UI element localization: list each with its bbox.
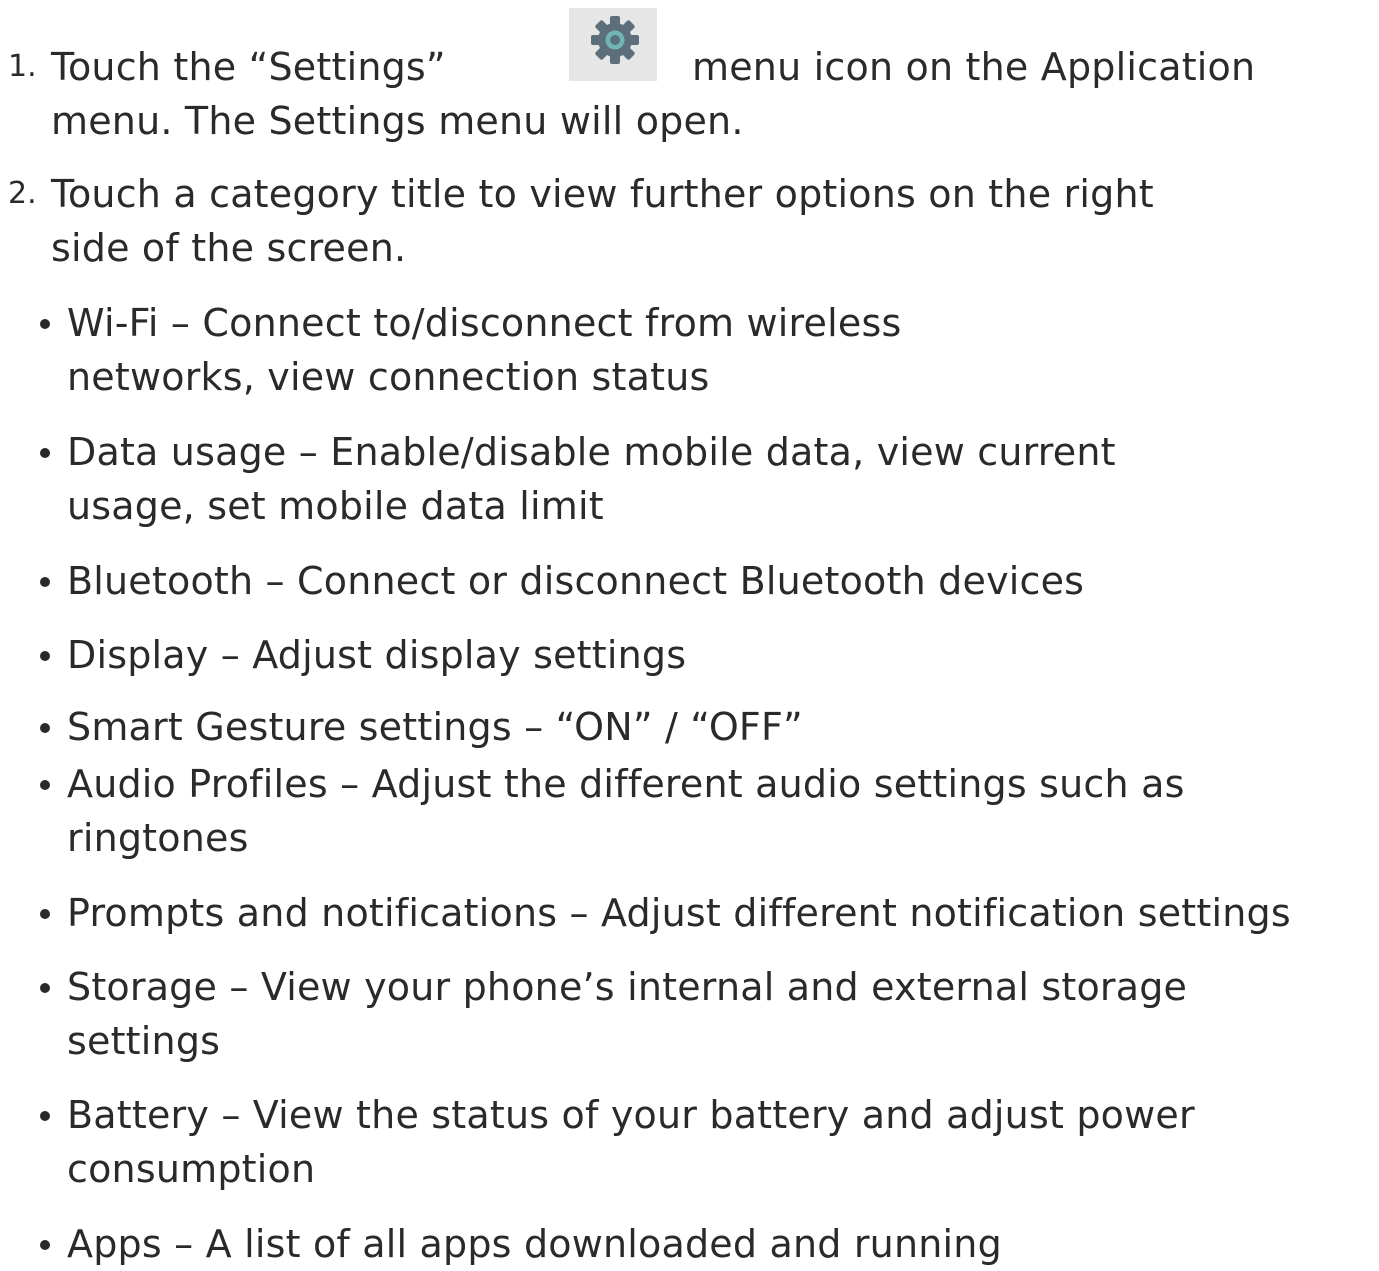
category-data-usage-line1: Data usage – Enable/disable mobile data,… bbox=[67, 430, 1116, 474]
category-smart-gesture: Smart Gesture settings – “ON” / “OFF” bbox=[67, 705, 803, 749]
category-storage-line2: settings bbox=[67, 1019, 221, 1063]
category-audio-profiles-line2: ringtones bbox=[67, 816, 249, 860]
step-2-text-line2: side of the screen. bbox=[51, 226, 407, 270]
gear-icon bbox=[591, 16, 639, 64]
category-data-usage-line2: usage, set mobile data limit bbox=[67, 484, 604, 528]
category-prompts-notifications: Prompts and notifications – Adjust diffe… bbox=[67, 891, 1291, 935]
bullet-icon bbox=[40, 909, 50, 919]
bullet-icon bbox=[40, 983, 50, 993]
step-1-number: 1. bbox=[8, 49, 37, 84]
step-2-text-line1: Touch a category title to view further o… bbox=[51, 172, 1154, 216]
step-1-text-line2: menu. The Settings menu will open. bbox=[51, 99, 744, 143]
category-battery-line1: Battery – View the status of your batter… bbox=[67, 1093, 1195, 1137]
settings-app-icon bbox=[569, 8, 657, 81]
bullet-icon bbox=[40, 448, 50, 458]
category-wifi-line1: Wi-Fi – Connect to/disconnect from wirel… bbox=[67, 301, 902, 345]
bullet-icon bbox=[40, 1240, 50, 1250]
settings-instructions: 1. Touch the “Settings” menu icon on the… bbox=[0, 0, 1379, 1266]
bullet-icon bbox=[40, 651, 50, 661]
bullet-icon bbox=[40, 723, 50, 733]
bullet-icon bbox=[40, 319, 50, 329]
bullet-icon bbox=[40, 1111, 50, 1121]
step-2-number: 2. bbox=[8, 176, 37, 211]
step-1-text-end: menu icon on the Application bbox=[692, 45, 1256, 89]
step-1-text-start: Touch the “Settings” bbox=[51, 45, 446, 89]
bullet-icon bbox=[40, 577, 50, 587]
category-bluetooth: Bluetooth – Connect or disconnect Blueto… bbox=[67, 559, 1085, 603]
category-storage-line1: Storage – View your phone’s internal and… bbox=[67, 965, 1188, 1009]
category-wifi-line2: networks, view connection status bbox=[67, 355, 710, 399]
category-battery-line2: consumption bbox=[67, 1147, 316, 1191]
bullet-icon bbox=[40, 780, 50, 790]
category-display: Display – Adjust display settings bbox=[67, 633, 687, 677]
category-audio-profiles-line1: Audio Profiles – Adjust the different au… bbox=[67, 762, 1185, 806]
